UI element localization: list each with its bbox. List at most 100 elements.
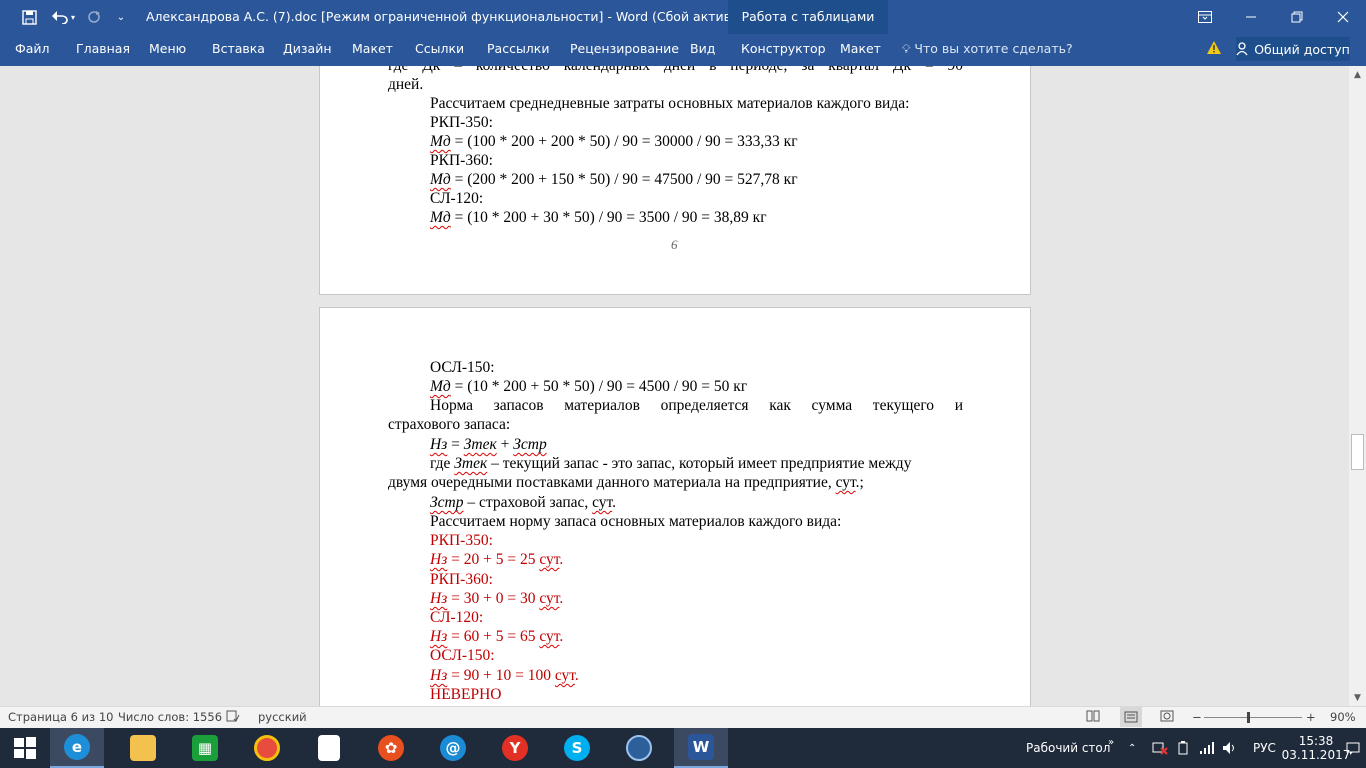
print-layout-icon[interactable] [1120, 707, 1142, 727]
save-icon[interactable] [16, 0, 42, 34]
clock-date: 03.11.2017 [1281, 748, 1351, 762]
volume-icon[interactable] [1222, 728, 1238, 768]
input-language[interactable]: РУС [1253, 728, 1276, 768]
red-formula: Нз = 20 + 5 = 25 сут. [430, 551, 564, 568]
tab-view[interactable]: Вид [690, 41, 715, 56]
internet-explorer-icon[interactable]: e [50, 728, 104, 768]
status-bar: Страница 6 из 10 Число слов: 1556 русски… [0, 706, 1366, 728]
tab-table-design[interactable]: Конструктор [741, 41, 826, 56]
clock[interactable]: 15:38 03.11.2017 [1282, 728, 1351, 768]
language-indicator[interactable]: русский [258, 710, 307, 724]
web-layout-icon[interactable] [1160, 710, 1174, 725]
text-line: Рассчитаем норму запаса основных материа… [430, 513, 842, 530]
zoom-slider[interactable] [1204, 717, 1302, 718]
word-count[interactable]: Число слов: 1556 [118, 710, 222, 724]
ribbon-tab-bar: Файл Главная Меню Вставка Дизайн Макет С… [0, 34, 1366, 66]
media-player-icon[interactable]: ✿ [364, 728, 418, 768]
text-line: где Зтек – текущий запас - это запас, ко… [430, 455, 912, 472]
formula-line: Нз = Зтек + Зстр [430, 436, 547, 453]
store-icon[interactable]: ▦ [178, 728, 232, 768]
share-button[interactable]: Общий доступ [1236, 37, 1350, 61]
red-formula: Нз = 30 + 0 = 30 сут. [430, 590, 564, 607]
scroll-down-icon[interactable]: ▼ [1349, 689, 1366, 706]
text-line: Рассчитаем среднедневные затраты основны… [430, 95, 910, 112]
taskbar: e ▦ ✿ @ Y S W Рабочий стол » ⌃ РУС 15:38… [0, 728, 1366, 768]
tab-layout[interactable]: Макет [352, 41, 393, 56]
notifications-icon[interactable] [1346, 728, 1360, 768]
clock-time: 15:38 [1298, 734, 1334, 748]
wifi-icon[interactable] [1199, 728, 1215, 768]
mail-icon[interactable]: @ [426, 728, 480, 768]
formula-line: Мд = (100 * 200 + 200 * 50) / 90 = 30000… [430, 133, 798, 150]
red-label: РКП-360: [430, 571, 493, 588]
page-number: 6 [671, 237, 678, 252]
zoom-slider-thumb[interactable] [1246, 712, 1250, 723]
text-line: где Дк – количество календарных дней в п… [388, 66, 963, 75]
share-label: Общий доступ [1254, 41, 1350, 57]
restore-icon[interactable] [1274, 0, 1320, 34]
network-warning-icon[interactable] [1152, 728, 1168, 768]
read-mode-icon[interactable] [1086, 710, 1100, 725]
start-icon[interactable] [0, 728, 50, 768]
text-line: двумя очередными поставками данного мате… [388, 474, 864, 491]
text-line: Норма запасов материалов определяется ка… [430, 397, 963, 414]
text-line: страхового запаса: [388, 416, 511, 433]
customize-icon[interactable]: ⌄ [114, 0, 128, 34]
text-line: Зстр – страховой запас, сут. [430, 494, 617, 511]
page-6[interactable]: где Дк – количество календарных дней в п… [319, 66, 1031, 295]
show-hidden-icons-icon[interactable]: ⌃ [1128, 728, 1136, 768]
tab-mailings[interactable]: Рассылки [487, 41, 549, 56]
warning-icon[interactable] [1206, 40, 1222, 59]
tab-references[interactable]: Ссылки [415, 41, 464, 56]
toolbar-expand-icon[interactable]: » [1108, 722, 1114, 762]
close-icon[interactable] [1320, 0, 1366, 34]
scroll-up-icon[interactable]: ▲ [1349, 66, 1366, 83]
red-label: ОСЛ-150: [430, 647, 495, 664]
scroll-thumb[interactable] [1351, 434, 1364, 470]
vertical-scrollbar[interactable]: ▲ ▼ [1349, 66, 1366, 706]
red-formula: Нз = 60 + 5 = 65 сут. [430, 628, 564, 645]
tab-home[interactable]: Главная [76, 41, 130, 56]
title-bar: ▾ ⌄ Александрова А.С. (7).doc [Режим огр… [0, 0, 1366, 34]
battery-icon[interactable] [1176, 728, 1192, 768]
desktop-toolbar[interactable]: Рабочий стол [1026, 728, 1110, 768]
formula-line: Мд = (10 * 200 + 50 * 50) / 90 = 4500 / … [430, 378, 748, 395]
document-title: Александрова А.С. (7).doc [Режим огранич… [146, 9, 820, 24]
tab-review[interactable]: Рецензирование [570, 41, 679, 56]
redo-icon[interactable] [84, 0, 104, 34]
ribbon-display-options-icon[interactable] [1182, 0, 1228, 34]
chrome-icon[interactable] [240, 728, 294, 768]
text-line: ОСЛ-150: [430, 359, 495, 376]
lightbulb-icon: 💡︎ [902, 42, 911, 56]
text-line: дней. [388, 76, 424, 93]
proofing-icon[interactable] [226, 710, 240, 725]
file-explorer-icon[interactable] [116, 728, 170, 768]
page-7[interactable]: ОСЛ-150: Мд = (10 * 200 + 50 * 50) / 90 … [319, 307, 1031, 706]
text-line: СЛ-120: [430, 190, 484, 207]
red-label: СЛ-120: [430, 609, 484, 626]
tab-menu[interactable]: Меню [149, 41, 186, 56]
tab-design[interactable]: Дизайн [283, 41, 332, 56]
minimize-icon[interactable] [1228, 0, 1274, 34]
browser-icon[interactable] [612, 728, 666, 768]
page-count[interactable]: Страница 6 из 10 [8, 710, 113, 724]
tell-me-placeholder: Что вы хотите сделать? [914, 41, 1073, 56]
yandex-icon[interactable]: Y [488, 728, 542, 768]
person-icon [1236, 42, 1248, 56]
zoom-out-icon[interactable]: − [1192, 710, 1202, 724]
tab-file[interactable]: Файл [15, 41, 50, 56]
text-line: РКП-350: [430, 114, 493, 131]
tell-me-box[interactable]: 💡︎ Что вы хотите сделать? [902, 41, 1073, 57]
skype-icon[interactable]: S [550, 728, 604, 768]
document-area[interactable]: где Дк – количество календарных дней в п… [0, 66, 1349, 706]
tab-insert[interactable]: Вставка [212, 41, 265, 56]
formula-line: Мд = (10 * 200 + 30 * 50) / 90 = 3500 / … [430, 209, 767, 226]
undo-icon[interactable]: ▾ [48, 0, 78, 34]
word-icon[interactable]: W [674, 728, 728, 768]
zoom-level[interactable]: 90% [1330, 710, 1356, 724]
red-formula: Нз = 90 + 10 = 100 сут. [430, 667, 579, 684]
tab-table-layout[interactable]: Макет [840, 41, 881, 56]
zoom-in-icon[interactable]: + [1306, 710, 1316, 724]
notepad-icon[interactable] [302, 728, 356, 768]
table-tools-label: Работа с таблицами [741, 9, 875, 24]
